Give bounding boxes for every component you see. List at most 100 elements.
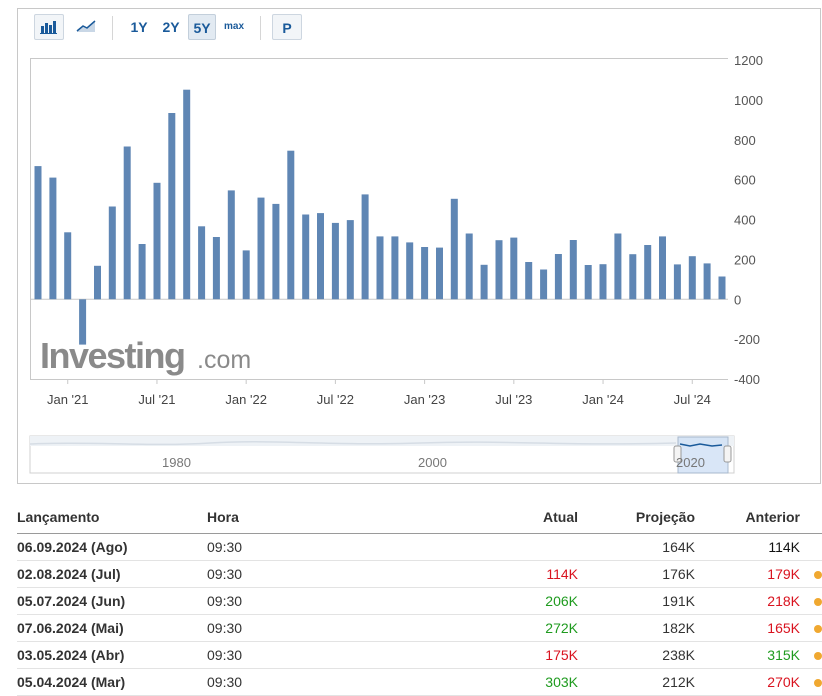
x-tick-label: Jan '22 xyxy=(225,392,267,407)
chart-bar[interactable] xyxy=(287,150,295,300)
chart-bar[interactable] xyxy=(659,236,666,300)
chart-bar[interactable] xyxy=(227,190,235,300)
chart-bar[interactable] xyxy=(49,177,57,300)
release-time: 09:30 xyxy=(207,539,243,555)
header-time[interactable]: Hora xyxy=(207,505,239,529)
chart-bar[interactable] xyxy=(64,232,72,300)
chart-bar[interactable] xyxy=(168,113,176,300)
y-tick-label: 1200 xyxy=(734,53,763,68)
bar-chart: 120010008006004002000-200-400 Jan '21 Jul… xyxy=(29,53,763,474)
revision-dot-icon[interactable] xyxy=(814,652,822,660)
chart-bar[interactable] xyxy=(450,198,458,300)
chart-bar[interactable] xyxy=(599,264,607,300)
chart-bar[interactable] xyxy=(346,220,354,300)
chart-bar[interactable] xyxy=(183,89,191,300)
y-tick-label: 800 xyxy=(734,133,756,148)
header-previous[interactable]: Anterior xyxy=(746,505,800,529)
actual-value: 303K xyxy=(545,674,578,690)
previous-value: 315K xyxy=(767,647,800,663)
release-date: 07.06.2024 (Mai) xyxy=(17,620,124,636)
table-row: 05.07.2024 (Jun) 09:30 206K 191K 218K xyxy=(17,588,822,615)
releases-table: Lançamento Hora Atual Projeção Anterior … xyxy=(17,505,822,696)
chart-bar[interactable] xyxy=(153,182,161,300)
chart-bar[interactable] xyxy=(361,194,369,300)
revision-dot-icon[interactable] xyxy=(814,679,822,687)
release-date: 03.05.2024 (Abr) xyxy=(17,647,125,663)
logo-main-text: Investing xyxy=(40,335,185,376)
chart-bar[interactable] xyxy=(644,245,652,300)
chart-bar[interactable] xyxy=(688,256,696,300)
chart-bar[interactable] xyxy=(495,240,503,300)
table-row: 06.09.2024 (Ago) 09:30 164K 114K xyxy=(17,534,822,561)
y-tick-label: 400 xyxy=(734,213,756,228)
chart-bar[interactable] xyxy=(465,233,473,300)
chart-bar[interactable] xyxy=(138,244,146,300)
revision-dot-icon[interactable] xyxy=(814,598,822,606)
chart-bar[interactable] xyxy=(421,247,429,300)
chart-bar[interactable] xyxy=(376,236,384,300)
table-row: 07.06.2024 (Mai) 09:30 272K 182K 165K xyxy=(17,615,822,642)
chart-bar[interactable] xyxy=(406,242,414,300)
chart-bar[interactable] xyxy=(242,250,250,300)
y-tick-label: 600 xyxy=(734,173,756,188)
chart-bar[interactable] xyxy=(584,265,592,300)
navigator-label: 2020 xyxy=(676,455,705,470)
table-header: Lançamento Hora Atual Projeção Anterior xyxy=(17,505,822,534)
x-tick-label: Jul '24 xyxy=(674,392,711,407)
chart-bar[interactable] xyxy=(302,214,310,300)
y-tick-label: 200 xyxy=(734,252,756,267)
chart-bar[interactable] xyxy=(510,237,518,300)
navigator[interactable]: 1980 2000 2020 xyxy=(29,435,735,474)
chart-bar[interactable] xyxy=(123,146,131,300)
chart-bar[interactable] xyxy=(480,264,488,300)
actual-value: 272K xyxy=(545,620,578,636)
header-actual[interactable]: Atual xyxy=(543,505,578,529)
y-tick-label: -400 xyxy=(734,372,760,387)
forecast-value: 212K xyxy=(662,674,695,690)
chart-bar[interactable] xyxy=(212,237,220,300)
forecast-value: 164K xyxy=(662,539,695,555)
forecast-value: 182K xyxy=(662,620,695,636)
navigator-right-handle[interactable] xyxy=(723,445,732,463)
actual-value: 206K xyxy=(545,593,578,609)
x-tick-label: Jul '23 xyxy=(495,392,532,407)
chart-bar[interactable] xyxy=(554,254,562,300)
chart-bar[interactable] xyxy=(673,264,681,300)
actual-value: 114K xyxy=(546,566,578,582)
chart-bar[interactable] xyxy=(257,197,265,300)
chart-bar[interactable] xyxy=(569,240,577,300)
chart-bar[interactable] xyxy=(391,236,399,300)
header-release[interactable]: Lançamento xyxy=(17,505,99,529)
table-row: 03.05.2024 (Abr) 09:30 175K 238K 315K xyxy=(17,642,822,669)
chart-bar[interactable] xyxy=(272,203,280,300)
investing-logo: Investing .com xyxy=(40,335,251,376)
chart-bar[interactable] xyxy=(108,206,116,300)
release-time: 09:30 xyxy=(207,620,243,636)
navigator-label: 1980 xyxy=(162,455,191,470)
table-row: 02.08.2024 (Jul) 09:30 114K 176K 179K xyxy=(17,561,822,588)
chart-bar[interactable] xyxy=(718,276,726,300)
chart-bar[interactable] xyxy=(703,263,711,300)
chart-bar[interactable] xyxy=(436,247,443,300)
logo-suffix-text: .com xyxy=(197,346,251,374)
chart-bar[interactable] xyxy=(34,166,42,300)
release-time: 09:30 xyxy=(207,647,243,663)
revision-dot-icon[interactable] xyxy=(814,571,822,579)
chart-bar[interactable] xyxy=(317,213,324,300)
chart-bar[interactable] xyxy=(525,262,533,300)
chart-bar[interactable] xyxy=(94,265,101,300)
release-date: 06.09.2024 (Ago) xyxy=(17,539,128,555)
chart-bar[interactable] xyxy=(614,233,622,300)
previous-value: 179K xyxy=(767,566,800,582)
header-forecast[interactable]: Projeção xyxy=(636,505,695,529)
revision-dot-icon[interactable] xyxy=(814,625,822,633)
previous-value: 165K xyxy=(767,620,800,636)
chart-bar[interactable] xyxy=(331,222,339,300)
y-tick-label: -200 xyxy=(734,332,760,347)
chart-bar[interactable] xyxy=(540,269,548,300)
x-tick-label: Jul '22 xyxy=(317,392,354,407)
release-date: 05.04.2024 (Mar) xyxy=(17,674,126,690)
chart-bar[interactable] xyxy=(198,226,206,300)
navigator-label: 2000 xyxy=(418,455,447,470)
chart-bar[interactable] xyxy=(629,254,637,300)
